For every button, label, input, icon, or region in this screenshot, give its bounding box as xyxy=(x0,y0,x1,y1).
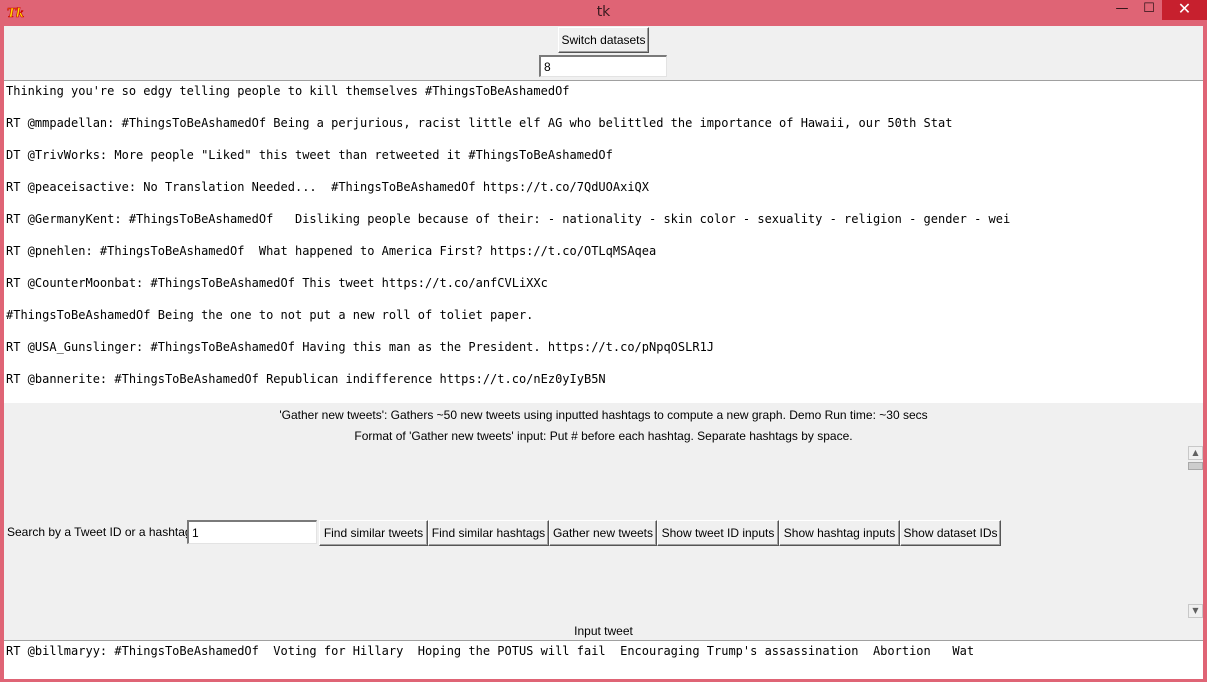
tweet-line: RT @bannerite: #ThingsToBeAshamedOf Repu… xyxy=(6,372,606,386)
vertical-scrollbar[interactable]: ▲ ▼ xyxy=(1188,446,1203,618)
tweet-line: DT @TrivWorks: More people "Liked" this … xyxy=(6,148,613,162)
tweet-line: RT @GermanyKent: #ThingsToBeAshamedOf Di… xyxy=(6,212,1011,226)
input-tweet-label: Input tweet xyxy=(574,624,633,638)
title-bar: Tk tk — ☐ ✕ xyxy=(0,0,1207,26)
tweet-line: RT @peaceisactive: No Translation Needed… xyxy=(6,180,649,194)
tweet-line: RT @USA_Gunslinger: #ThingsToBeAshamedOf… xyxy=(6,340,715,354)
format-info-label: Format of 'Gather new tweets' input: Put… xyxy=(354,429,853,443)
scroll-up-icon[interactable]: ▲ xyxy=(1188,446,1203,460)
tweets-textbox[interactable]: Thinking you're so edgy telling people t… xyxy=(4,80,1203,403)
gather-new-tweets-button[interactable]: Gather new tweets xyxy=(549,520,657,546)
show-tweet-id-inputs-button[interactable]: Show tweet ID inputs xyxy=(657,520,779,546)
tweet-line: RT @pnehlen: #ThingsToBeAshamedOf What h… xyxy=(6,244,657,258)
scroll-thumb[interactable] xyxy=(1188,462,1203,470)
window-title: tk xyxy=(596,4,611,20)
input-tweet-text: RT @billmaryy: #ThingsToBeAshamedOf Voti… xyxy=(6,644,975,658)
gather-info-label: 'Gather new tweets': Gathers ~50 new twe… xyxy=(279,408,928,422)
maximize-button[interactable]: ☐ xyxy=(1136,0,1162,20)
find-similar-tweets-button[interactable]: Find similar tweets xyxy=(319,520,428,546)
minimize-button[interactable]: — xyxy=(1108,0,1136,20)
show-hashtag-inputs-button[interactable]: Show hashtag inputs xyxy=(779,520,900,546)
show-dataset-ids-button[interactable]: Show dataset IDs xyxy=(900,520,1001,546)
main-window: Switch datasets Thinking you're so edgy … xyxy=(4,26,1203,679)
input-tweet-textbox[interactable]: RT @billmaryy: #ThingsToBeAshamedOf Voti… xyxy=(4,640,1203,679)
tweet-line: RT @mmpadellan: #ThingsToBeAshamedOf Bei… xyxy=(6,116,953,130)
search-input[interactable] xyxy=(187,520,317,544)
find-similar-hashtags-button[interactable]: Find similar hashtags xyxy=(428,520,549,546)
switch-datasets-button[interactable]: Switch datasets xyxy=(558,27,649,53)
tweet-line: #ThingsToBeAshamedOf Being the one to no… xyxy=(6,308,534,322)
close-button[interactable]: ✕ xyxy=(1162,0,1207,20)
tweet-line: Thinking you're so edgy telling people t… xyxy=(6,84,570,98)
tweet-line: RT @CounterMoonbat: #ThingsToBeAshamedOf… xyxy=(6,276,548,290)
scroll-down-icon[interactable]: ▼ xyxy=(1188,604,1203,618)
search-label: Search by a Tweet ID or a hashtag xyxy=(7,525,192,539)
dataset-id-input[interactable] xyxy=(539,55,667,77)
